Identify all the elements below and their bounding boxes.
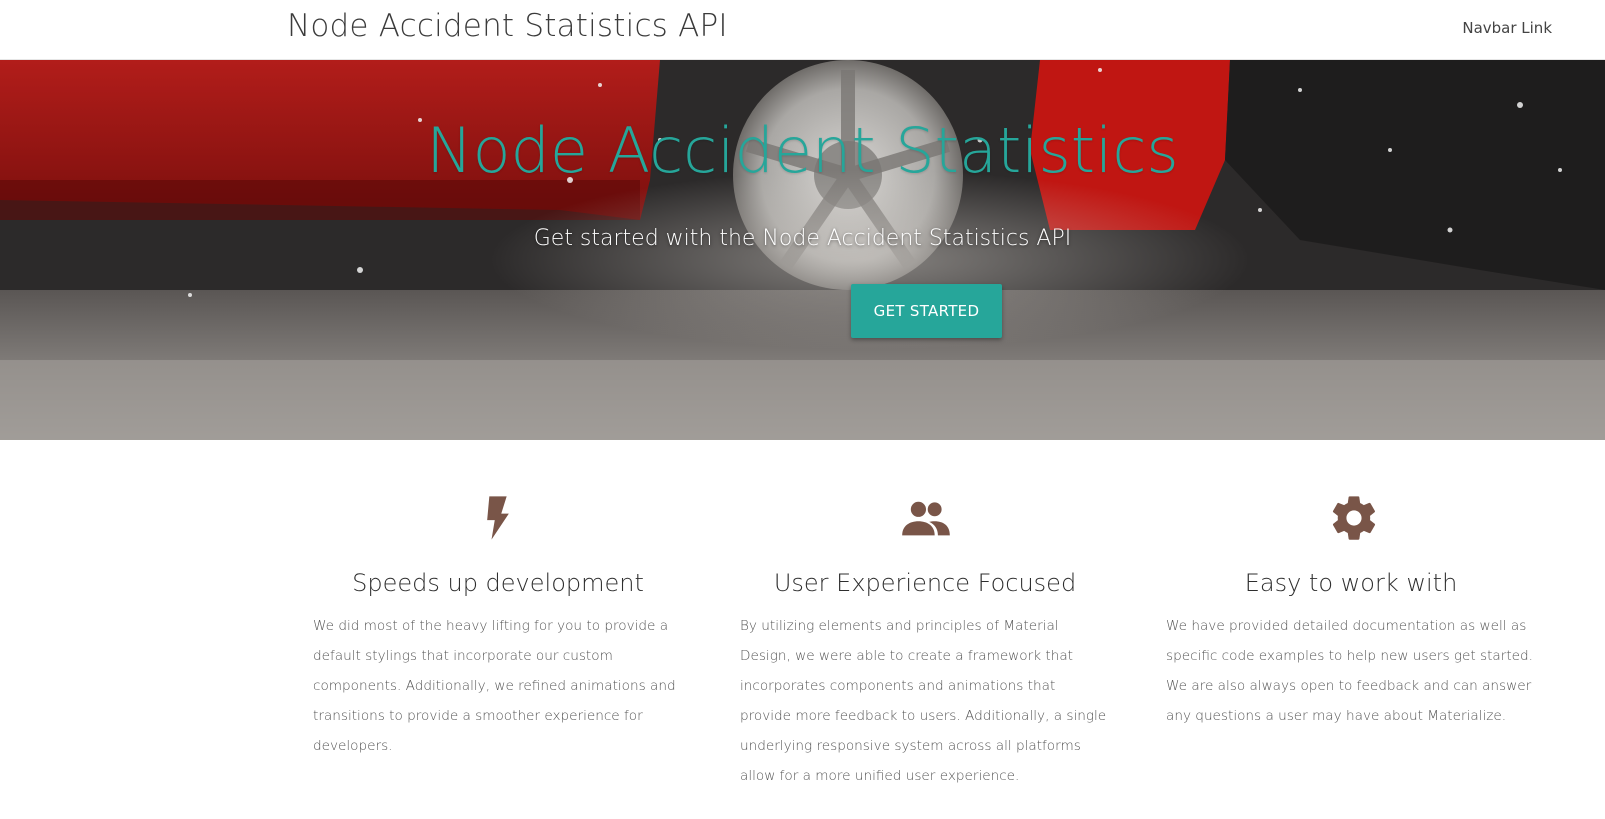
get-started-button[interactable]: GET STARTED: [851, 284, 1002, 338]
features-section: Speeds up development We did most of the…: [0, 440, 1605, 819]
hero-banner: Node Accident Statistics Get started wit…: [0, 60, 1605, 440]
navbar-link[interactable]: Navbar Link: [1462, 19, 1552, 37]
group-icon: [902, 501, 950, 536]
settings-icon: [1332, 496, 1376, 540]
feature-title: Easy to work with: [1244, 569, 1458, 597]
feature-description: We did most of the heavy lifting for you…: [313, 618, 676, 754]
feature-title: Speeds up development: [352, 569, 644, 597]
hero-subtitle: Get started with the Node Accident Stati…: [533, 226, 1072, 251]
feature-description: By utilizing elements and principles of …: [740, 618, 1107, 784]
hero-title: Node Accident Statistics: [426, 114, 1179, 187]
brand-logo[interactable]: Node Accident Statistics API: [287, 8, 728, 44]
navbar: Node Accident Statistics API Navbar Link: [0, 0, 1605, 60]
feature-title: User Experience Focused: [773, 569, 1077, 597]
flash-icon: [487, 496, 509, 540]
feature-description: We have provided detailed documentation …: [1166, 618, 1533, 724]
